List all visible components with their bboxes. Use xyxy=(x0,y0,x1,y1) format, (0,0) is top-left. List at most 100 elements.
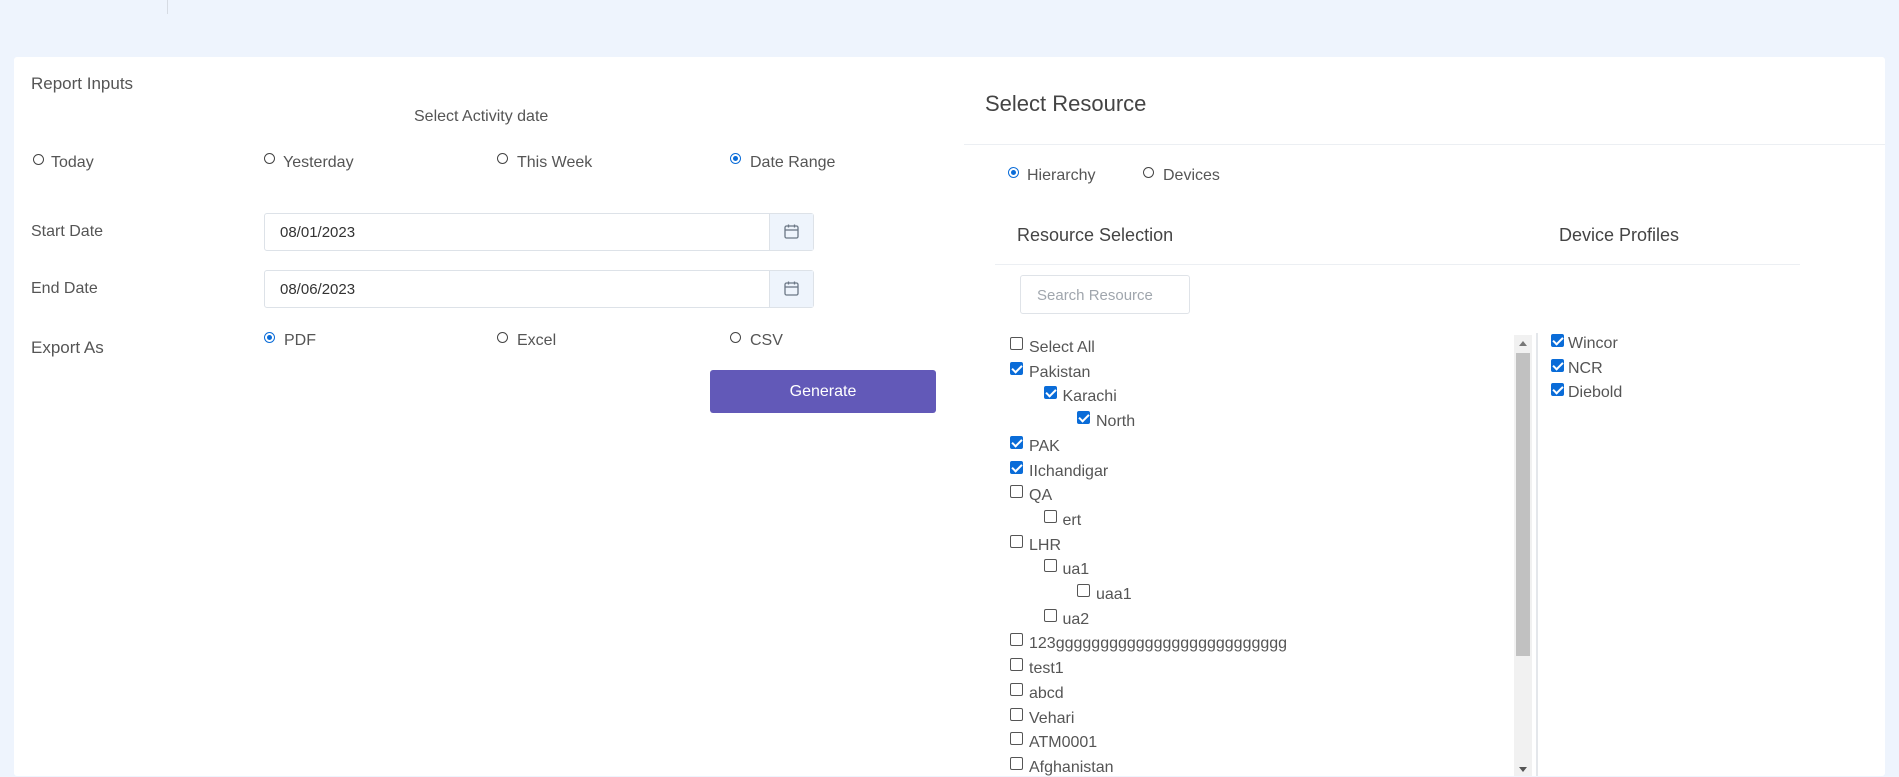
tree-item[interactable]: ua1 xyxy=(1043,559,1464,579)
yesterday-label[interactable]: Yesterday xyxy=(283,154,354,172)
device-profile-item[interactable]: NCR xyxy=(1551,358,1751,379)
pdf-label[interactable]: PDF xyxy=(284,332,316,350)
tree-item-label[interactable]: LHR xyxy=(1029,537,1061,555)
tree-item-label[interactable]: ert xyxy=(1063,512,1082,530)
this-week-radio[interactable] xyxy=(497,153,508,164)
device-profile-label[interactable]: Wincor xyxy=(1568,335,1618,353)
tree-item-label[interactable]: PAK xyxy=(1029,438,1060,456)
pdf-radio[interactable] xyxy=(264,332,275,343)
device-profile-item[interactable]: Wincor xyxy=(1551,334,1751,354)
tree-item-label[interactable]: Karachi xyxy=(1063,388,1117,406)
tree-item[interactable]: Select All xyxy=(1010,337,1430,357)
scroll-up-arrow-icon[interactable] xyxy=(1519,341,1527,346)
tree-item-label[interactable]: Vehari xyxy=(1029,710,1074,728)
resource-selection-title: Resource Selection xyxy=(1017,225,1174,245)
device-profile-label[interactable]: Diebold xyxy=(1568,384,1622,402)
end-date-input[interactable]: 08/06/2023 xyxy=(264,270,814,308)
tree-item-checkbox[interactable] xyxy=(1077,584,1090,597)
devices-label[interactable]: Devices xyxy=(1163,167,1220,185)
tree-item-label[interactable]: North xyxy=(1096,413,1135,431)
generate-button[interactable]: Generate xyxy=(710,370,936,413)
hierarchy-label[interactable]: Hierarchy xyxy=(1027,167,1095,185)
today-radio[interactable] xyxy=(33,154,44,165)
end-date-label: End Date xyxy=(31,280,98,297)
tree-item[interactable]: test1 xyxy=(1010,658,1430,678)
tree-item-checkbox[interactable] xyxy=(1010,633,1023,647)
device-profile-checkbox[interactable] xyxy=(1551,334,1564,347)
calendar-icon xyxy=(784,224,799,239)
tree-item[interactable]: uaa1 xyxy=(1077,584,1497,604)
tree-item[interactable]: PAK xyxy=(1010,435,1430,456)
tree-item-label[interactable]: uaa1 xyxy=(1096,586,1132,604)
tree-item-checkbox[interactable] xyxy=(1010,756,1023,770)
device-profile-checkbox[interactable] xyxy=(1551,383,1564,396)
tree-item[interactable]: Vehari xyxy=(1010,707,1430,728)
tree-item-label[interactable]: QA xyxy=(1029,487,1052,505)
excel-radio[interactable] xyxy=(497,332,508,343)
search-resource-input[interactable] xyxy=(1035,286,1189,305)
tree-item[interactable]: Afghanistan xyxy=(1010,756,1430,777)
tree-item-label[interactable]: ua1 xyxy=(1063,561,1090,579)
hierarchy-radio[interactable] xyxy=(1008,167,1019,178)
date-range-label[interactable]: Date Range xyxy=(750,154,835,172)
tree-item-label[interactable]: Select All xyxy=(1029,339,1095,357)
search-resource-field[interactable] xyxy=(1020,275,1190,314)
end-date-calendar-button[interactable] xyxy=(769,271,813,307)
scroll-thumb[interactable] xyxy=(1516,353,1530,656)
tree-item-checkbox[interactable] xyxy=(1010,707,1023,721)
this-week-label[interactable]: This Week xyxy=(517,154,592,172)
tree-item[interactable]: ert xyxy=(1043,509,1464,530)
device-profile-checkbox[interactable] xyxy=(1551,358,1564,372)
tree-item-checkbox[interactable] xyxy=(1043,559,1057,573)
tree-item-checkbox[interactable] xyxy=(1043,608,1057,622)
devices-radio[interactable] xyxy=(1143,167,1154,178)
tree-item-checkbox[interactable] xyxy=(1077,411,1090,425)
tree-item-checkbox[interactable] xyxy=(1010,361,1023,375)
tree-item-label[interactable]: test1 xyxy=(1029,660,1064,678)
tree-item-label[interactable]: Afghanistan xyxy=(1029,759,1114,777)
tree-item[interactable]: abcd xyxy=(1010,682,1430,703)
scroll-down-arrow-icon[interactable] xyxy=(1519,767,1527,772)
tree-item[interactable]: 123gggggggggggggggggggggggggg xyxy=(1010,633,1430,653)
tree-item-checkbox[interactable] xyxy=(1010,682,1023,696)
today-label[interactable]: Today xyxy=(51,154,94,172)
top-separator xyxy=(167,0,168,14)
start-date-value[interactable]: 08/01/2023 xyxy=(280,224,355,241)
tree-item[interactable]: Pakistan xyxy=(1010,361,1430,382)
tree-item[interactable]: QA xyxy=(1010,485,1430,505)
tree-item-label[interactable]: abcd xyxy=(1029,685,1064,703)
tree-item[interactable]: IIchandigar xyxy=(1010,460,1430,481)
activity-date-heading: Select Activity date xyxy=(414,108,549,125)
tree-item[interactable]: Karachi xyxy=(1043,386,1464,406)
tree-item-label[interactable]: ua2 xyxy=(1063,611,1090,629)
end-date-value[interactable]: 08/06/2023 xyxy=(280,281,355,298)
device-profile-item[interactable]: Diebold xyxy=(1551,383,1751,403)
start-date-calendar-button[interactable] xyxy=(769,214,813,250)
date-range-radio[interactable] xyxy=(730,153,741,164)
csv-radio[interactable] xyxy=(730,332,741,343)
tree-item[interactable]: North xyxy=(1077,411,1497,431)
tree-item-label[interactable]: Pakistan xyxy=(1029,364,1090,382)
tree-item-checkbox[interactable] xyxy=(1010,337,1023,350)
start-date-input[interactable]: 08/01/2023 xyxy=(264,213,814,251)
device-profile-label[interactable]: NCR xyxy=(1568,360,1603,378)
tree-item-label[interactable]: IIchandigar xyxy=(1029,463,1108,481)
tree-item-label[interactable]: ATM0001 xyxy=(1029,734,1097,752)
csv-label[interactable]: CSV xyxy=(750,332,783,350)
report-inputs-title: Report Inputs xyxy=(31,74,134,93)
tree-item-label[interactable]: 123gggggggggggggggggggggggggg xyxy=(1029,635,1287,653)
tree-scrollbar[interactable] xyxy=(1514,335,1532,776)
tree-item-checkbox[interactable] xyxy=(1010,485,1023,499)
tree-item-checkbox[interactable] xyxy=(1010,534,1023,548)
tree-item-checkbox[interactable] xyxy=(1010,435,1023,449)
tree-item[interactable]: LHR xyxy=(1010,534,1430,555)
tree-item[interactable]: ATM0001 xyxy=(1010,732,1430,752)
tree-item-checkbox[interactable] xyxy=(1010,658,1023,672)
tree-item-checkbox[interactable] xyxy=(1010,460,1023,474)
tree-item-checkbox[interactable] xyxy=(1010,732,1023,746)
tree-item-checkbox[interactable] xyxy=(1043,386,1057,400)
tree-item-checkbox[interactable] xyxy=(1043,509,1057,523)
yesterday-radio[interactable] xyxy=(264,153,275,164)
excel-label[interactable]: Excel xyxy=(517,332,556,350)
tree-item[interactable]: ua2 xyxy=(1043,608,1464,629)
